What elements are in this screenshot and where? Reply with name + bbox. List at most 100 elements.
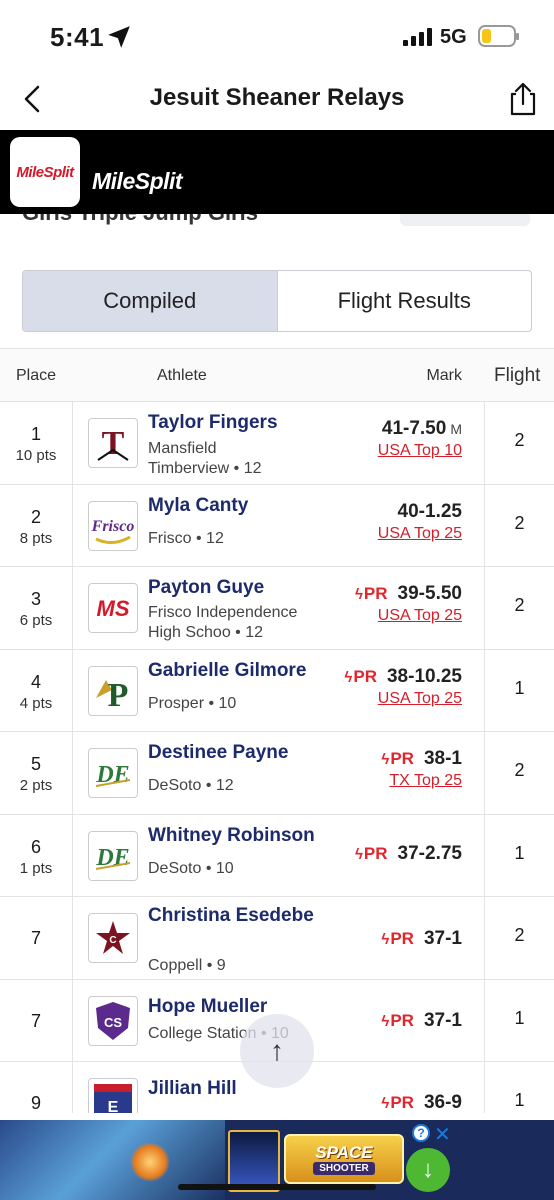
mark-value: 36-9 [423, 1092, 462, 1113]
mark-value: 37-2.75 [397, 842, 462, 864]
place-cell: 7 [0, 897, 73, 979]
tab-flight-results[interactable]: Flight Results [278, 271, 532, 331]
athlete-name[interactable]: Gabrielle Gilmore [148, 658, 333, 683]
mark-value: 39-5.50 [397, 583, 462, 604]
explosion-graphic [130, 1142, 170, 1182]
place-cell: 9 [0, 1062, 73, 1113]
share-icon[interactable] [504, 80, 542, 118]
place-points: 2 pts [19, 777, 53, 794]
pr-badge: ϟPR [381, 1093, 414, 1112]
place-points: 6 pts [19, 612, 53, 629]
download-arrow-icon[interactable]: ↓ [406, 1148, 450, 1192]
table-row[interactable]: 1 10 pts T Taylor Fingers Mansfield Timb… [0, 402, 554, 485]
mark-cell: ϟPR 38-10.25 USA Top 25 [344, 666, 462, 708]
table-row[interactable]: 5 2 pts DE Destinee Payne DeSoto • 12 ϟP… [0, 732, 554, 815]
athlete-school-line: Prosper • 10 [148, 694, 237, 712]
ad-info-icon[interactable]: ? [412, 1124, 430, 1142]
home-indicator[interactable] [178, 1184, 376, 1190]
flight-cell: 1 [484, 649, 554, 731]
header-place: Place [16, 367, 57, 384]
scroll-to-top-button[interactable]: ↑ [240, 1014, 314, 1088]
frisco-logo-text: Frisco [91, 518, 135, 535]
place-points: 10 pts [15, 447, 57, 464]
tab-compiled[interactable]: Compiled [23, 271, 278, 331]
pr-label: PR [390, 929, 414, 948]
mark-cell: ϟPR 38-1 TX Top 25 [381, 748, 462, 790]
ad-title: SPACE [315, 1142, 373, 1162]
athlete-school-line: Frisco • 12 [148, 529, 224, 547]
athlete-name[interactable]: Payton Guye [148, 575, 333, 600]
team-logo-icon: MS [88, 583, 138, 633]
athlete-name[interactable]: Taylor Fingers [148, 410, 333, 435]
milesplit-logo: MileSplit [10, 137, 80, 207]
table-row[interactable]: 2 8 pts Frisco Myla Canty Frisco • 12 40… [0, 484, 554, 567]
event-header: Girls Triple Jump Girls [0, 214, 554, 236]
team-logo-icon: T [88, 418, 138, 468]
place-number: 5 [30, 754, 41, 774]
results-view-toggle: Compiled Flight Results [22, 270, 532, 332]
rank-link[interactable]: USA Top 25 [378, 525, 462, 543]
table-row[interactable]: 7 C Christina Esedebe Coppell • 9 ϟPR 37-… [0, 897, 554, 980]
team-logo-icon: C [88, 913, 138, 963]
bolt-icon: ϟ [381, 751, 390, 768]
table-header: Place Athlete Mark Flight [0, 348, 554, 402]
mark-value: 38-1 [423, 748, 462, 769]
athlete-name[interactable]: Whitney Robinson [148, 823, 333, 848]
place-cell: 6 1 pts [0, 814, 73, 896]
eagles-logo-text: E [108, 1099, 119, 1113]
mark-value: 41-7.50 [381, 418, 447, 439]
bolt-icon: ϟ [381, 1095, 390, 1112]
flight-cell: 2 [484, 897, 554, 979]
nav-bar: Jesuit Sheaner Relays [0, 70, 554, 130]
place-cell: 1 10 pts [0, 402, 73, 484]
athlete-name[interactable]: Destinee Payne [148, 740, 333, 765]
athlete-name[interactable]: Jillian Hill [148, 1076, 333, 1101]
athlete-name[interactable]: Myla Canty [148, 493, 333, 518]
ad-game-thumbnail [228, 1130, 280, 1192]
place-number: 4 [30, 671, 41, 692]
team-logo-icon: CS [88, 995, 138, 1046]
mark-cell: ϟPR 37-1 [381, 928, 462, 950]
rank-link[interactable]: TX Top 25 [381, 772, 462, 790]
rank-link[interactable]: USA Top 10 [378, 442, 462, 460]
rank-link[interactable]: USA Top 25 [355, 607, 462, 625]
athlete-name[interactable]: Christina Esedebe [148, 903, 333, 928]
ms-logo-text: MS [97, 596, 130, 621]
status-time: 5:41 [50, 22, 105, 52]
ad-title-box: SPACE SHOOTER [284, 1134, 404, 1184]
table-row[interactable]: 6 1 pts DE Whitney Robinson DeSoto • 10 … [0, 814, 554, 897]
team-logo-icon: Frisco [88, 500, 138, 551]
mark-value: 37-1 [423, 1009, 462, 1031]
bolt-icon: ϟ [354, 845, 363, 863]
brand-name: MileSplit [92, 168, 183, 194]
flight-cell: 1 [484, 979, 554, 1061]
pr-label: PR [353, 666, 377, 686]
place-points: 8 pts [19, 529, 53, 547]
athlete-school-line: DeSoto • 12 [148, 777, 234, 794]
athlete-school-line: Coppell • 9 [148, 957, 226, 974]
ad-close-icon[interactable]: ✕ [434, 1122, 451, 1147]
event-selector[interactable] [400, 214, 530, 226]
bolt-icon: ϟ [381, 931, 390, 948]
flight-cell: 1 [484, 814, 554, 896]
place-points: 4 pts [19, 694, 53, 712]
pr-badge: ϟPR [381, 929, 414, 948]
rank-link[interactable]: USA Top 25 [344, 690, 462, 708]
pr-badge: ϟPR [344, 667, 377, 686]
mark-value: 38-10.25 [386, 665, 462, 687]
pr-badge: ϟPR [355, 844, 388, 863]
coppell-logo-text: C [109, 935, 116, 946]
table-row[interactable]: 3 6 pts MS Payton Guye Frisco Independen… [0, 567, 554, 650]
ad-right-panel [456, 1120, 554, 1200]
flight-cell: 2 [484, 484, 554, 566]
team-logo-icon: E [88, 1078, 138, 1113]
mark-cell: 41-7.50 M USA Top 10 [378, 418, 462, 460]
pr-badge: ϟPR [381, 1011, 414, 1030]
place-number: 3 [30, 589, 41, 609]
place-number: 1 [30, 424, 41, 444]
mark-cell: ϟPR 39-5.50 USA Top 25 [355, 583, 462, 625]
athlete-name[interactable]: Hope Mueller [148, 994, 333, 1019]
table-row[interactable]: 4 4 pts P Gabrielle Gilmore Prosper • 10… [0, 649, 554, 732]
team-logo-icon: DE [88, 748, 138, 798]
place-number: 2 [30, 506, 41, 527]
